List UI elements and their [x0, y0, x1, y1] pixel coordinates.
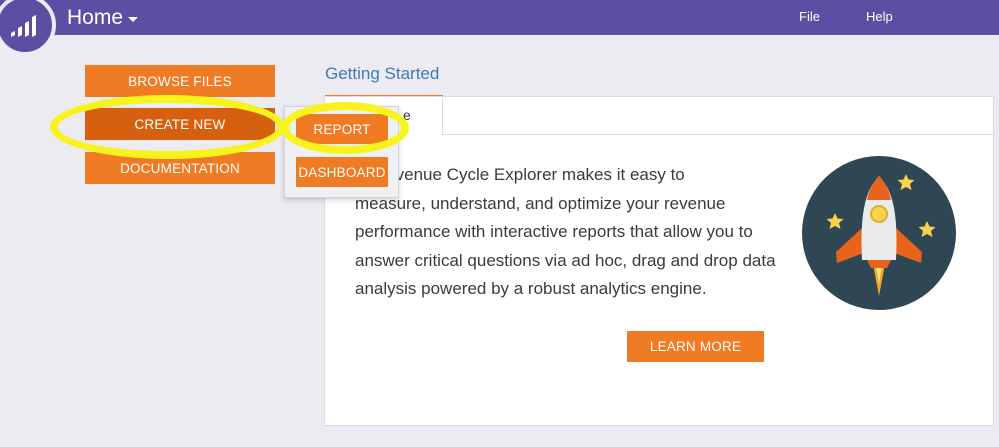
home-title: Home	[67, 6, 124, 29]
help-menu[interactable]: Help	[866, 9, 893, 24]
welcome-line: answer critical questions via ad hoc, dr…	[355, 250, 776, 270]
caret-down-icon	[128, 17, 139, 22]
create-new-dropdown: REPORT DASHBOARD	[284, 106, 399, 198]
dashboard-menu-item[interactable]: DASHBOARD	[296, 157, 388, 187]
create-new-button[interactable]: CREATE NEW	[85, 108, 275, 140]
welcome-line: performance with interactive reports tha…	[355, 222, 753, 241]
tab-divider	[443, 134, 993, 135]
rocket-icon	[802, 156, 956, 310]
welcome-line: measure, understand, and optimize your r…	[355, 193, 726, 213]
tab-getting-started[interactable]: Getting Started	[325, 64, 439, 84]
home-menu[interactable]: Home	[67, 6, 139, 30]
welcome-line: to Revenue Cycle Explorer makes it easy …	[355, 165, 685, 184]
report-menu-item[interactable]: REPORT	[296, 114, 388, 144]
top-nav-bar	[0, 0, 999, 35]
subtab-label: e	[403, 107, 411, 123]
file-menu[interactable]: File	[799, 9, 820, 24]
documentation-button[interactable]: DOCUMENTATION	[85, 152, 275, 184]
learn-more-button[interactable]: LEARN MORE	[627, 331, 764, 362]
welcome-text: to Revenue Cycle Explorer makes it easy …	[355, 161, 785, 304]
browse-files-button[interactable]: BROWSE FILES	[85, 65, 275, 97]
bar-chart-icon	[1, 1, 49, 49]
app-logo[interactable]	[0, 0, 56, 56]
welcome-line: analysis powered by a robust analytics e…	[355, 279, 707, 298]
